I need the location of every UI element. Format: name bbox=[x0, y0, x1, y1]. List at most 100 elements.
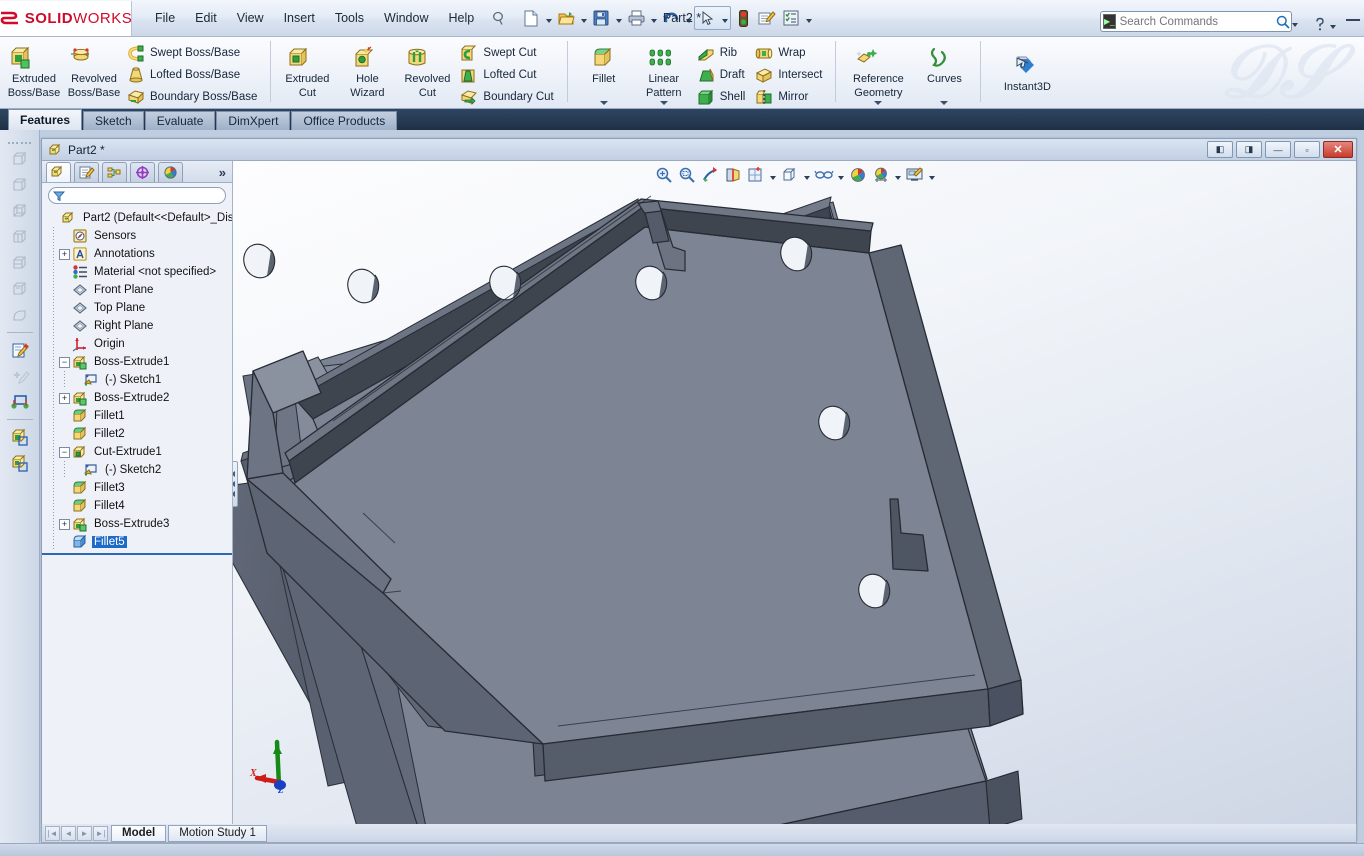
search-input[interactable] bbox=[1119, 15, 1274, 28]
fillet-button[interactable]: Fillet bbox=[574, 40, 634, 106]
view-orientation-bottom-icon[interactable] bbox=[6, 302, 34, 328]
tree-expand-button[interactable]: + bbox=[59, 392, 70, 404]
undo-caret-icon[interactable] bbox=[683, 6, 694, 30]
hole-wizard-button[interactable]: Hole Wizard bbox=[337, 40, 397, 106]
feature-tree-item[interactable]: (-) Sketch2 bbox=[46, 461, 232, 479]
edit-sketch-icon[interactable] bbox=[6, 337, 34, 363]
tree-expand-button[interactable]: + bbox=[59, 248, 70, 260]
print-icon[interactable] bbox=[624, 6, 648, 30]
help-caret-icon[interactable] bbox=[1327, 12, 1338, 36]
intersect-button[interactable]: Intersect bbox=[752, 64, 829, 86]
apply-scene-caret-icon[interactable] bbox=[893, 164, 903, 186]
revolved-cut-button[interactable]: Revolved Cut bbox=[397, 40, 457, 106]
maximize-button[interactable]: ▫ bbox=[1294, 141, 1320, 158]
mirror-button[interactable]: Mirror bbox=[752, 86, 829, 108]
menu-edit[interactable]: Edit bbox=[186, 7, 226, 29]
edit-appearance-icon[interactable] bbox=[847, 164, 869, 186]
panel-splitter-handle[interactable] bbox=[233, 461, 238, 507]
view-orientation-front-icon[interactable] bbox=[6, 172, 34, 198]
feature-tree[interactable]: Part2 (Default<<Default>_Disp Sensors + Ann… bbox=[42, 206, 232, 826]
menu-view[interactable]: View bbox=[228, 7, 273, 29]
feature-tree-item[interactable]: (-) Sketch1 bbox=[46, 371, 232, 389]
graphics-area[interactable]: X Z bbox=[233, 161, 1356, 840]
curves-button[interactable]: Curves bbox=[914, 40, 974, 106]
minimize-button[interactable]: — bbox=[1265, 141, 1291, 158]
save-icon[interactable] bbox=[589, 6, 613, 30]
display-manager-tab[interactable] bbox=[158, 162, 183, 182]
feature-tree-item[interactable]: − Boss-Extrude1 bbox=[46, 353, 232, 371]
feature-tree-item[interactable]: + Boss-Extrude3 bbox=[46, 515, 232, 533]
swept-boss-base-button[interactable]: Swept Boss/Base bbox=[124, 42, 264, 64]
feature-manager-design-tree-tab[interactable] bbox=[46, 162, 71, 182]
shell-button[interactable]: Shell bbox=[694, 86, 753, 108]
tree-collapse-button[interactable]: − bbox=[59, 356, 70, 368]
boundary-boss-base-button[interactable]: Boundary Boss/Base bbox=[124, 86, 264, 108]
view-orientation-top-icon[interactable] bbox=[6, 276, 34, 302]
menu-file[interactable]: File bbox=[146, 7, 184, 29]
feature-tree-item[interactable]: + Boss-Extrude2 bbox=[46, 389, 232, 407]
extruded-cut-button[interactable]: Extruded Cut bbox=[277, 40, 337, 106]
close-button[interactable]: ✕ bbox=[1323, 141, 1353, 158]
hide-show-items-icon[interactable] bbox=[813, 164, 835, 186]
save-caret-icon[interactable] bbox=[613, 6, 624, 30]
revolved-boss-base-button[interactable]: Revolved Boss/Base bbox=[64, 40, 124, 106]
dimxpert-manager-tab[interactable] bbox=[130, 162, 155, 182]
open-document-caret-icon[interactable] bbox=[578, 6, 589, 30]
view-orientation-right-icon[interactable] bbox=[6, 250, 34, 276]
model-geometry[interactable] bbox=[233, 161, 1356, 840]
view-orientation-icon[interactable] bbox=[745, 164, 767, 186]
tab-office-products[interactable]: Office Products bbox=[291, 111, 398, 130]
previous-view-icon[interactable] bbox=[699, 164, 721, 186]
lofted-cut-button[interactable]: Lofted Cut bbox=[457, 64, 560, 86]
search-commands-box[interactable]: ▶_ bbox=[1100, 11, 1298, 32]
feature-tree-item[interactable]: − Cut-Extrude1 bbox=[46, 443, 232, 461]
question-mark-help-icon[interactable] bbox=[1314, 17, 1326, 32]
tab-sketch[interactable]: Sketch bbox=[83, 111, 144, 130]
next-frame-button[interactable]: ► bbox=[77, 825, 92, 841]
print-caret-icon[interactable] bbox=[648, 6, 659, 30]
previous-frame-button[interactable]: ◄ bbox=[61, 825, 76, 841]
more-tabs-button[interactable]: » bbox=[219, 165, 226, 182]
feature-tree-item[interactable]: Part2 (Default<<Default>_Disp bbox=[46, 209, 232, 227]
fillet-caret-icon[interactable] bbox=[575, 99, 633, 105]
zoom-to-fit-icon[interactable] bbox=[653, 164, 675, 186]
feature-tree-item[interactable]: Fillet4 bbox=[46, 497, 232, 515]
reference-geometry-button[interactable]: Reference Geometry bbox=[842, 40, 914, 106]
feature-tree-item[interactable]: Fillet1 bbox=[46, 407, 232, 425]
feature-tree-item[interactable]: Front Plane bbox=[46, 281, 232, 299]
last-frame-button[interactable]: ►| bbox=[93, 825, 108, 841]
hide-show-caret-icon[interactable] bbox=[836, 164, 846, 186]
new-document-icon[interactable] bbox=[519, 6, 543, 30]
select-caret-icon[interactable] bbox=[719, 6, 730, 30]
measure-icon[interactable] bbox=[6, 389, 34, 415]
tab-features[interactable]: Features bbox=[8, 109, 83, 130]
pushpin-icon[interactable] bbox=[491, 11, 511, 26]
curves-caret-icon[interactable] bbox=[915, 99, 973, 105]
view-orientation-left-icon[interactable] bbox=[6, 224, 34, 250]
rollback-bar[interactable] bbox=[42, 553, 232, 555]
checklist-caret-icon[interactable] bbox=[803, 6, 814, 30]
rebuild-traffic-light-icon[interactable] bbox=[731, 6, 755, 30]
tree-collapse-button[interactable]: − bbox=[59, 446, 70, 458]
view-settings-icon[interactable] bbox=[904, 164, 926, 186]
restore-right-pane-button[interactable]: ◨ bbox=[1236, 141, 1262, 158]
wrap-button[interactable]: Wrap bbox=[752, 42, 829, 64]
feature-tree-item[interactable]: Fillet5 bbox=[46, 533, 232, 551]
apply-scene-icon[interactable] bbox=[870, 164, 892, 186]
display-style-caret-icon[interactable] bbox=[802, 164, 812, 186]
feature-tree-item[interactable]: Right Plane bbox=[46, 317, 232, 335]
checklist-options-icon[interactable] bbox=[779, 6, 803, 30]
property-manager-tab[interactable] bbox=[74, 162, 99, 182]
menu-window[interactable]: Window bbox=[375, 7, 437, 29]
linear-pattern-caret-icon[interactable] bbox=[635, 99, 693, 105]
feature-tree-item[interactable]: Material <not specified> bbox=[46, 263, 232, 281]
menu-tools[interactable]: Tools bbox=[326, 7, 373, 29]
tab-evaluate[interactable]: Evaluate bbox=[144, 111, 216, 130]
menu-help[interactable]: Help bbox=[440, 7, 484, 29]
menu-insert[interactable]: Insert bbox=[275, 7, 324, 29]
undo-icon[interactable] bbox=[659, 6, 683, 30]
add-sketch-icon[interactable] bbox=[6, 363, 34, 389]
restore-left-pane-button[interactable]: ◧ bbox=[1207, 141, 1233, 158]
tab-motion-study-1[interactable]: Motion Study 1 bbox=[168, 824, 267, 842]
extruded-boss-base-button[interactable]: Extruded Boss/Base bbox=[4, 40, 64, 106]
